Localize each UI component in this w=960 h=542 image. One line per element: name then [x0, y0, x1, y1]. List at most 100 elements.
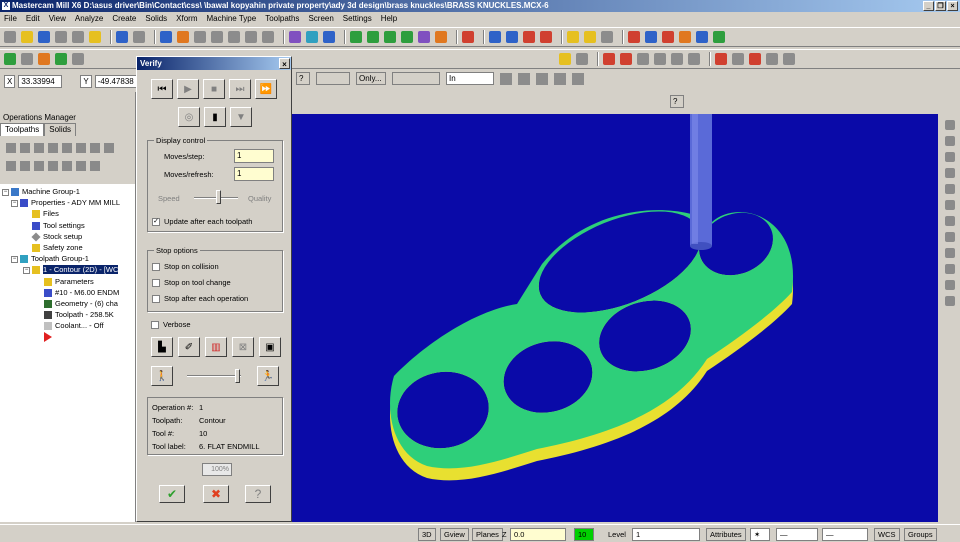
trim-solid-icon[interactable] — [945, 264, 955, 274]
speed-slider[interactable] — [187, 375, 241, 377]
stop-on-collision-checkbox[interactable]: Stop on collision — [152, 262, 219, 272]
color-icon[interactable] — [679, 31, 691, 43]
translate-icon[interactable] — [688, 53, 700, 65]
verbose-checkbox[interactable]: Verbose — [151, 320, 191, 330]
draft-icon[interactable] — [945, 280, 955, 290]
tool-display-icon[interactable]: ◎ — [178, 107, 200, 127]
select-window-icon[interactable] — [518, 72, 530, 85]
menu-screen[interactable]: Screen — [308, 13, 333, 25]
rotate-icon[interactable] — [435, 31, 447, 43]
zoom-prev-icon[interactable] — [245, 31, 257, 43]
save-stock-icon[interactable]: ▙ — [151, 337, 173, 357]
chart-icon[interactable]: ▥ — [205, 337, 227, 357]
update-after-toolpath-checkbox[interactable]: ✓ Update after each toolpath — [152, 217, 252, 227]
menu-file[interactable]: File — [4, 13, 17, 25]
level-field[interactable]: 1 — [632, 528, 700, 541]
solid-box-icon[interactable] — [462, 31, 474, 43]
view-top-icon[interactable] — [350, 31, 362, 43]
revolve-icon[interactable] — [945, 152, 955, 162]
zoom-in-icon[interactable] — [211, 31, 223, 43]
3d-toggle[interactable]: 3D — [418, 528, 436, 541]
select-all-icon[interactable] — [500, 72, 512, 85]
offset-icon[interactable] — [671, 53, 683, 65]
stop-button[interactable]: ■ — [203, 79, 225, 99]
tree-item[interactable]: Tool settings — [2, 220, 133, 231]
boolean-icon[interactable] — [945, 248, 955, 258]
planes-button[interactable]: Planes — [472, 528, 503, 541]
drill-icon[interactable] — [715, 53, 727, 65]
cut-icon[interactable] — [72, 31, 84, 43]
tree-item[interactable]: #10 - M6.00 ENDM — [2, 287, 133, 298]
grid-snap-icon[interactable] — [603, 53, 615, 65]
attributes-button[interactable]: Attributes — [706, 528, 746, 541]
play-button[interactable]: ▶ — [177, 79, 199, 99]
graphics-viewport[interactable] — [292, 114, 938, 522]
insert-arrow-icon[interactable] — [76, 161, 86, 171]
color-field[interactable]: 10 — [574, 528, 594, 541]
slow-walk-icon[interactable]: 🚶 — [151, 366, 173, 386]
cutter-icon[interactable]: ✐ — [178, 337, 200, 357]
scroll-icon[interactable] — [90, 161, 100, 171]
view-front-icon[interactable] — [367, 31, 379, 43]
fillet-solid-icon[interactable] — [945, 200, 955, 210]
rectangle-icon[interactable] — [72, 53, 84, 65]
tree-item[interactable]: Toolpath - 258.5K — [2, 309, 133, 320]
redo-icon[interactable] — [133, 31, 145, 43]
verify-ops-icon[interactable] — [76, 143, 86, 153]
sketch-icon[interactable] — [945, 120, 955, 130]
contour-icon[interactable] — [749, 53, 761, 65]
select-dirty-icon[interactable] — [20, 143, 30, 153]
tree-item[interactable]: Safety zone — [2, 242, 133, 253]
tab-solids[interactable]: Solids — [44, 123, 77, 136]
menu-analyze[interactable]: Analyze — [75, 13, 103, 25]
loft-icon[interactable] — [945, 168, 955, 178]
move-up-icon[interactable] — [48, 161, 58, 171]
point-style-dropdown[interactable]: ✶ — [750, 528, 770, 541]
y-coordinate-field[interactable]: -49.47838 — [94, 74, 139, 88]
only-button[interactable]: Only... — [356, 72, 386, 85]
moves-step-input[interactable]: 1 — [234, 149, 274, 163]
help-icon[interactable]: ? — [296, 72, 310, 85]
globe-icon[interactable] — [506, 31, 518, 43]
ok-button[interactable]: ✔ — [159, 485, 185, 503]
line-width-dropdown[interactable]: — — [822, 528, 868, 541]
backplot-icon[interactable] — [584, 31, 596, 43]
layout-icon[interactable] — [945, 296, 955, 306]
moves-refresh-input[interactable]: 1 — [234, 167, 274, 181]
wireframe-icon[interactable] — [306, 31, 318, 43]
groups-button[interactable]: Groups — [904, 528, 937, 541]
tree-item[interactable]: − Toolpath Group-1 — [2, 253, 133, 264]
save-icon[interactable] — [38, 31, 50, 43]
trim-icon[interactable] — [559, 53, 571, 65]
paste-icon[interactable] — [89, 31, 101, 43]
step-button[interactable]: ⏭ — [229, 79, 251, 99]
menu-machine-type[interactable]: Machine Type — [207, 13, 257, 25]
mirror-icon[interactable] — [620, 53, 632, 65]
select-single-icon[interactable] — [572, 72, 584, 85]
shade-icon[interactable] — [289, 31, 301, 43]
repaint-icon[interactable] — [177, 31, 189, 43]
fillet-icon[interactable] — [55, 53, 67, 65]
selection-mode-field[interactable] — [316, 72, 350, 85]
simulate-icon[interactable] — [90, 143, 100, 153]
tab-toolpaths[interactable]: Toolpaths — [0, 123, 45, 136]
menu-create[interactable]: Create — [112, 13, 136, 25]
tree-item-selected[interactable]: −1 - Contour (2D) - [WC — [2, 264, 133, 275]
gview-button[interactable]: Gview — [440, 528, 469, 541]
cancel-button[interactable]: ✖ — [203, 485, 229, 503]
stop-on-tool-change-checkbox[interactable]: Stop on tool change — [152, 278, 231, 288]
lock-icon[interactable] — [20, 161, 30, 171]
zoom-all-icon[interactable] — [262, 31, 274, 43]
move-down-icon[interactable] — [62, 161, 72, 171]
x-coordinate-field[interactable]: 33.33994 — [18, 74, 63, 88]
sum-icon[interactable] — [696, 31, 708, 43]
circle-icon[interactable] — [38, 53, 50, 65]
verify-mode-field[interactable] — [392, 72, 440, 85]
stop-after-operation-checkbox[interactable]: Stop after each operation — [152, 294, 248, 304]
analyze-icon[interactable] — [628, 31, 640, 43]
scale-icon[interactable] — [654, 53, 666, 65]
extrude-icon[interactable] — [945, 136, 955, 146]
menu-xform[interactable]: Xform — [176, 13, 197, 25]
new-file-icon[interactable] — [4, 31, 16, 43]
facing-icon[interactable] — [766, 53, 778, 65]
